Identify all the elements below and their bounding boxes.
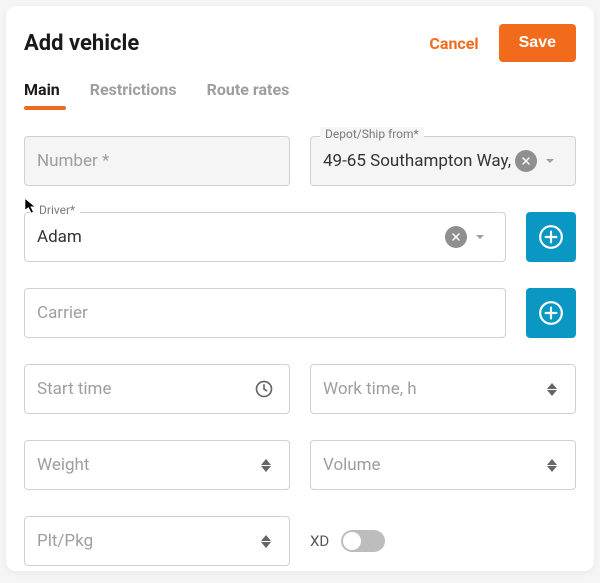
volume-field[interactable]: Volume: [310, 440, 576, 490]
driver-value: Adam: [37, 227, 445, 247]
plt-pkg-field[interactable]: Plt/Pkg: [24, 516, 290, 566]
tab-route-rates[interactable]: Route rates: [207, 80, 290, 109]
clear-icon[interactable]: [445, 226, 467, 248]
carrier-placeholder: Carrier: [37, 303, 493, 323]
start-time-field[interactable]: Start time: [24, 364, 290, 414]
xd-field: XD: [310, 530, 576, 552]
number-field[interactable]: Number *: [24, 136, 290, 186]
cancel-button[interactable]: Cancel: [429, 34, 478, 53]
stepper-icon[interactable]: [255, 535, 277, 548]
row-driver: Driver* Adam: [24, 212, 576, 262]
work-time-placeholder: Work time, h: [323, 379, 541, 399]
chevron-down-icon[interactable]: [537, 155, 563, 167]
depot-field[interactable]: Depot/Ship from* 49-65 Southampton Way,: [310, 136, 576, 186]
save-button[interactable]: Save: [499, 24, 576, 62]
carrier-field[interactable]: Carrier: [24, 288, 506, 338]
chevron-down-icon[interactable]: [467, 231, 493, 243]
page-title: Add vehicle: [24, 31, 139, 56]
row-plt-xd: Plt/Pkg XD: [24, 516, 576, 566]
work-time-field[interactable]: Work time, h: [310, 364, 576, 414]
stepper-icon[interactable]: [541, 459, 563, 472]
add-driver-button[interactable]: [526, 212, 576, 262]
row-number-depot: Number * Depot/Ship from* 49-65 Southamp…: [24, 136, 576, 186]
depot-label: Depot/Ship from*: [320, 127, 424, 141]
xd-label: XD: [310, 532, 329, 550]
panel-header: Add vehicle Cancel Save: [24, 24, 576, 62]
depot-value: 49-65 Southampton Way,: [323, 151, 515, 171]
driver-label: Driver*: [34, 203, 80, 217]
xd-toggle[interactable]: [341, 530, 385, 552]
header-actions: Cancel Save: [429, 24, 576, 62]
clock-icon: [251, 379, 277, 399]
tab-main[interactable]: Main: [24, 80, 60, 109]
weight-field[interactable]: Weight: [24, 440, 290, 490]
row-time: Start time Work time, h: [24, 364, 576, 414]
row-weight-volume: Weight Volume: [24, 440, 576, 490]
stepper-icon[interactable]: [541, 383, 563, 396]
add-vehicle-panel: Add vehicle Cancel Save Main Restriction…: [6, 6, 594, 571]
plt-pkg-placeholder: Plt/Pkg: [37, 531, 255, 551]
clear-icon[interactable]: [515, 150, 537, 172]
tab-restrictions[interactable]: Restrictions: [90, 80, 177, 109]
number-placeholder: Number *: [37, 151, 277, 171]
volume-placeholder: Volume: [323, 455, 541, 475]
stepper-icon[interactable]: [255, 459, 277, 472]
add-carrier-button[interactable]: [526, 288, 576, 338]
driver-field[interactable]: Driver* Adam: [24, 212, 506, 262]
tabs: Main Restrictions Route rates: [24, 80, 576, 110]
start-time-placeholder: Start time: [37, 379, 251, 399]
row-carrier: Carrier: [24, 288, 576, 338]
weight-placeholder: Weight: [37, 455, 255, 475]
